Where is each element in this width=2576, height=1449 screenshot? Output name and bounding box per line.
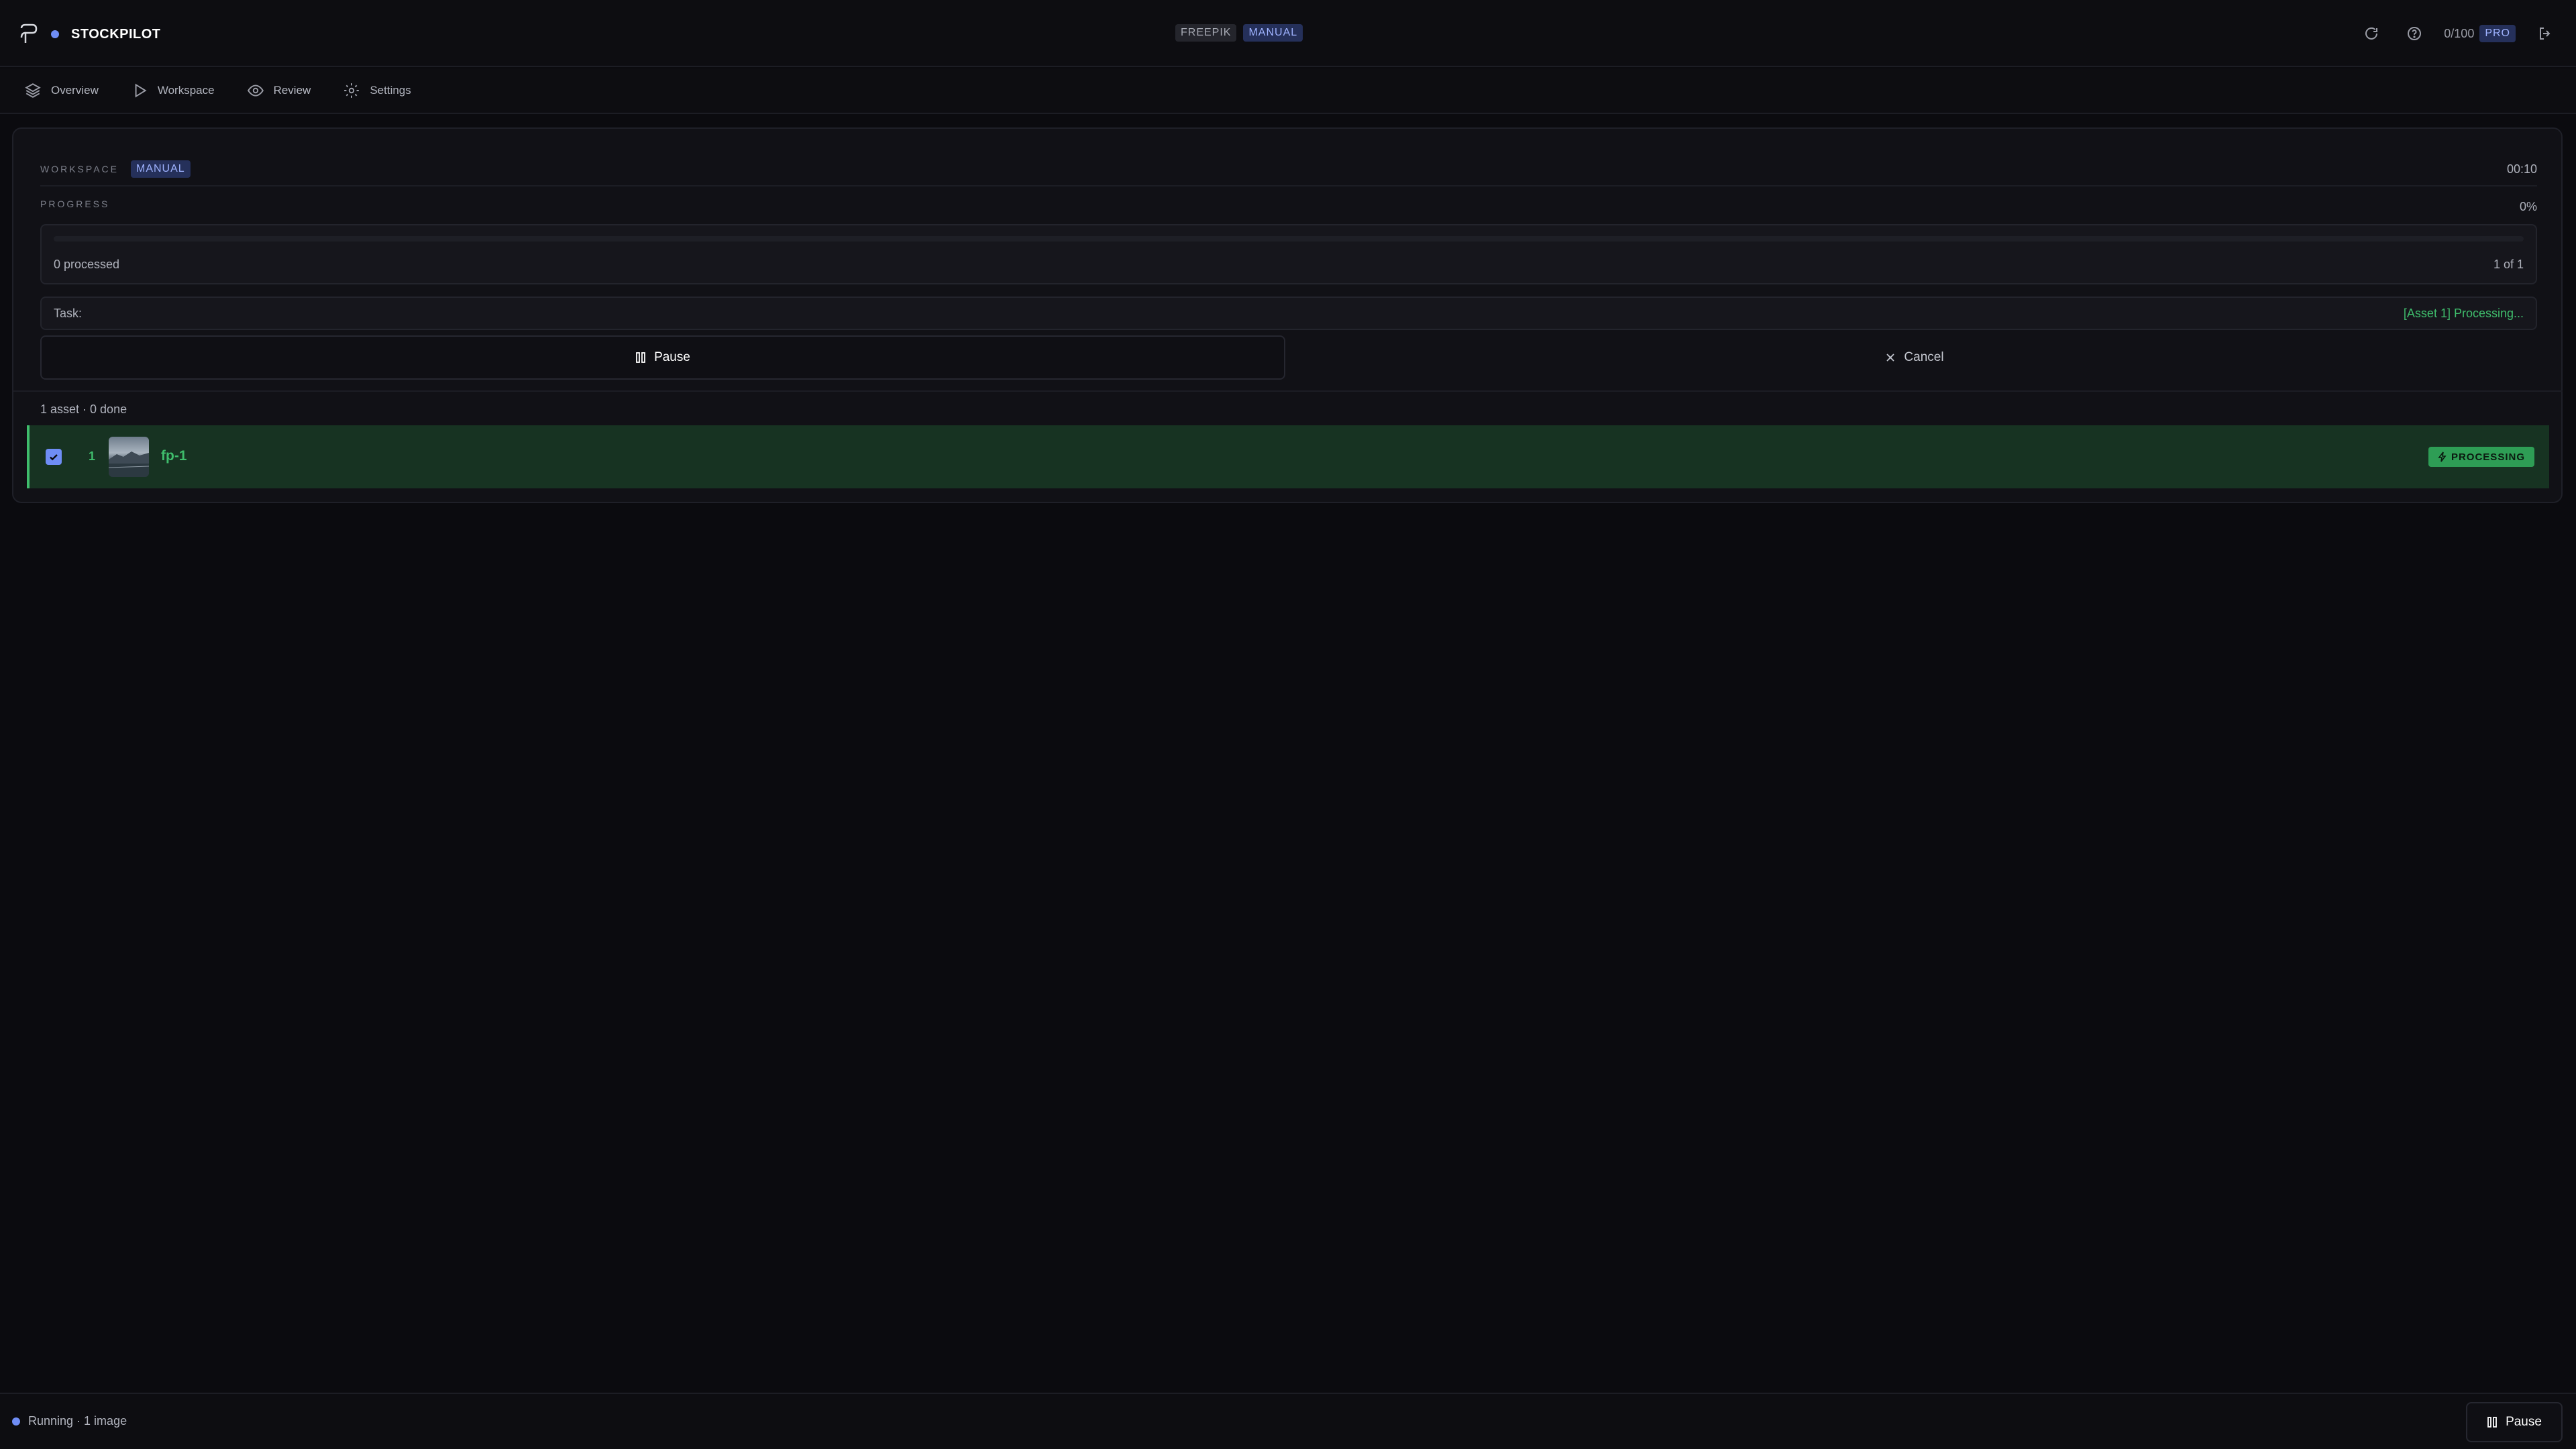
status-dot (51, 30, 59, 38)
pause-icon (636, 352, 645, 363)
lightning-icon (2438, 451, 2447, 462)
run-status: Running · 1 image (12, 1414, 127, 1428)
workspace-label: WORKSPACE (40, 164, 119, 174)
workspace-mode-tag: MANUAL (130, 160, 191, 178)
divider (13, 390, 2563, 392)
quota-count: 0/100 (2444, 26, 2475, 40)
status-badge: PROCESSING (2428, 447, 2534, 467)
status-label: PROCESSING (2451, 451, 2525, 463)
footer-pause-button[interactable]: Pause (2466, 1402, 2563, 1442)
task-label: Task: (54, 307, 83, 320)
app-name: STOCKPILOT (71, 26, 161, 42)
run-status-text: Running · 1 image (28, 1414, 127, 1428)
cancel-label: Cancel (1904, 350, 1944, 364)
progress-header: PROGRESS 0% (40, 199, 2537, 219)
progress-percent: 0% (2519, 200, 2537, 213)
nav-item-review[interactable]: Review (247, 82, 311, 99)
asset-checkbox[interactable] (46, 449, 62, 465)
layers-icon (25, 83, 41, 98)
pause-button[interactable]: Pause (40, 335, 1285, 380)
item-counter: 1 of 1 (2493, 258, 2524, 271)
check-icon (50, 454, 58, 461)
workspace-panel: WORKSPACE MANUAL 00:10 PROGRESS 0% 0 pro… (12, 127, 2563, 503)
gear-icon (344, 83, 360, 98)
logout-icon[interactable] (2532, 20, 2559, 47)
top-bar: STOCKPILOT FREEPIK MANUAL 0/100 PRO (0, 0, 2576, 67)
nav-label-review: Review (273, 84, 311, 97)
nav-label-workspace: Workspace (157, 84, 215, 97)
progress-bar (54, 236, 2524, 241)
play-icon (135, 83, 147, 98)
running-dot (12, 1417, 20, 1426)
nav-item-settings[interactable]: Settings (343, 82, 411, 99)
close-icon (1886, 354, 1895, 362)
footer-pause-label: Pause (2506, 1415, 2542, 1429)
plan-badge: PRO (2479, 25, 2516, 42)
asset-name: fp-1 (161, 448, 187, 464)
quota-display: 0/100 PRO (2444, 25, 2516, 42)
brand[interactable]: STOCKPILOT (17, 23, 161, 46)
nav-label-settings: Settings (370, 84, 411, 97)
header-actions: 0/100 PRO (2358, 20, 2559, 47)
asset-thumbnail (109, 437, 149, 477)
nav-item-workspace[interactable]: Workspace (131, 82, 215, 99)
pause-label: Pause (654, 350, 690, 364)
pause-icon (2487, 1417, 2497, 1428)
task-box: Task: [Asset 1] Processing... (40, 297, 2537, 330)
source-tag: FREEPIK (1175, 24, 1237, 42)
progress-label: PROGRESS (40, 199, 110, 209)
mode-tags: FREEPIK MANUAL (1175, 24, 1303, 42)
eye-icon (247, 85, 264, 97)
task-status: [Asset 1] Processing... (2403, 307, 2524, 320)
progress-box: 0 processed 1 of 1 (40, 224, 2537, 284)
nav-item-overview[interactable]: Overview (24, 82, 99, 99)
asset-index: 1 (89, 449, 96, 463)
nav-label-overview: Overview (51, 84, 99, 97)
asset-row[interactable]: 1 fp-1 PROCESSING (27, 425, 2549, 488)
processed-count: 0 processed (54, 258, 120, 271)
main-nav: Overview Workspace Review Settings (0, 68, 2576, 114)
workspace-header: WORKSPACE MANUAL 00:10 (40, 156, 2537, 182)
mode-tag: MANUAL (1243, 24, 1303, 42)
help-icon[interactable] (2401, 20, 2428, 47)
refresh-icon[interactable] (2358, 20, 2385, 47)
footer-bar: Running · 1 image Pause (0, 1393, 2576, 1449)
action-buttons: Pause Cancel (40, 335, 2537, 380)
elapsed-timer: 00:10 (2506, 162, 2537, 176)
divider (40, 185, 2537, 186)
stockpilot-logo-icon (20, 23, 38, 43)
asset-summary: 1 asset · 0 done (40, 402, 127, 416)
cancel-button[interactable]: Cancel (1292, 335, 2537, 380)
